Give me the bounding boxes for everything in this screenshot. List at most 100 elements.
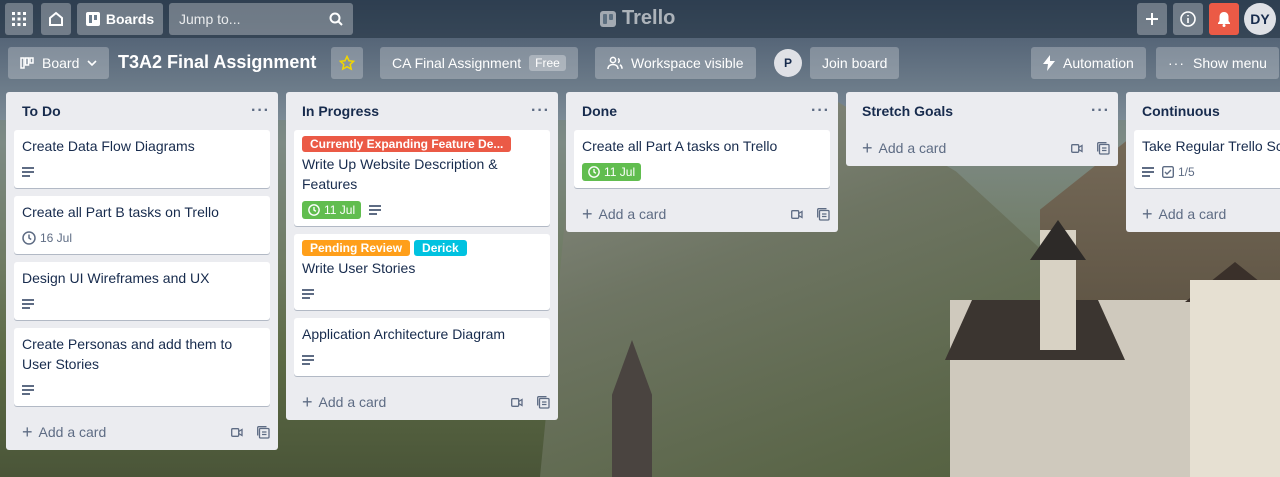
- add-card-button[interactable]: + Add a card: [862, 138, 947, 158]
- list-title[interactable]: To Do: [22, 103, 61, 119]
- due-date-badge[interactable]: 11 Jul: [302, 201, 362, 219]
- plus-icon: +: [22, 422, 33, 442]
- description-icon: [22, 299, 34, 309]
- card-label-sky[interactable]: Derick: [414, 240, 467, 256]
- show-menu-button[interactable]: ··· Show menu: [1156, 47, 1279, 79]
- template-icon[interactable]: [1097, 141, 1110, 155]
- automation-button[interactable]: Automation: [1031, 47, 1146, 79]
- card[interactable]: Create Data Flow Diagrams: [14, 130, 270, 188]
- boards-button[interactable]: Boards: [77, 3, 163, 35]
- card[interactable]: Take Regular Trello Sc 1/5: [1134, 130, 1280, 188]
- people-icon: [607, 56, 623, 70]
- card[interactable]: Create all Part B tasks on Trello 16 Jul: [14, 196, 270, 254]
- add-card-button[interactable]: + Add a card: [582, 205, 667, 223]
- plus-icon: +: [862, 138, 873, 158]
- app-switcher-button[interactable]: [5, 3, 33, 35]
- template-icon[interactable]: [537, 395, 550, 409]
- notifications-button[interactable]: [1209, 3, 1239, 35]
- list-menu-icon[interactable]: ···: [811, 102, 830, 120]
- list-title[interactable]: Continuous: [1142, 103, 1220, 119]
- grid-icon: [12, 12, 26, 26]
- home-icon: [49, 11, 63, 26]
- join-board-button[interactable]: Join board: [810, 47, 900, 79]
- list-header[interactable]: Stretch Goals ···: [846, 92, 1118, 130]
- list-done: Done ··· Create all Part A tasks on Trel…: [566, 92, 838, 232]
- boards-label: Boards: [105, 11, 155, 27]
- add-card-label: Add a card: [878, 140, 947, 156]
- add-card-label: Add a card: [38, 424, 107, 440]
- card[interactable]: Create all Part A tasks on Trello 11 Jul: [574, 130, 830, 188]
- automation-label: Automation: [1063, 55, 1134, 71]
- card-label-orange[interactable]: Pending Review: [302, 240, 411, 256]
- card-title: Create Personas and add them to User Sto…: [22, 336, 233, 372]
- home-button[interactable]: [41, 3, 71, 35]
- info-icon: [1180, 11, 1196, 27]
- plus-icon: +: [1142, 204, 1153, 224]
- card[interactable]: Application Architecture Diagram: [294, 318, 550, 376]
- clock-icon: [308, 204, 320, 216]
- checklist-icon: [1162, 166, 1174, 178]
- add-card-label: Add a card: [598, 206, 667, 222]
- list-header[interactable]: In Progress ···: [286, 92, 558, 130]
- member-avatar[interactable]: P: [774, 49, 802, 77]
- card[interactable]: Create Personas and add them to User Sto…: [14, 328, 270, 406]
- video-icon[interactable]: [791, 209, 803, 219]
- list-title[interactable]: Stretch Goals: [862, 103, 953, 119]
- add-card-row: + Add a card: [566, 196, 838, 232]
- template-icon[interactable]: [257, 425, 270, 439]
- card-title: Create all Part A tasks on Trello: [582, 138, 778, 154]
- star-button[interactable]: [331, 47, 363, 79]
- plus-icon: [1146, 13, 1158, 25]
- card[interactable]: Pending Review Derick Write User Stories: [294, 234, 550, 310]
- due-date-badge[interactable]: 16 Jul: [22, 231, 72, 245]
- list-stretch-goals: Stretch Goals ··· + Add a card: [846, 92, 1118, 166]
- clock-icon: [588, 166, 600, 178]
- plus-icon: +: [302, 392, 313, 412]
- description-icon: [22, 167, 34, 177]
- create-button[interactable]: [1137, 3, 1167, 35]
- card-title: Take Regular Trello Sc: [1142, 138, 1280, 154]
- board-view-switcher[interactable]: Board: [8, 47, 110, 79]
- trello-logo[interactable]: Trello: [600, 7, 675, 30]
- add-card-row: + Add a card: [1126, 196, 1280, 232]
- due-date-badge[interactable]: 11 Jul: [582, 163, 642, 181]
- add-card-row: + Add a card: [6, 414, 278, 450]
- user-avatar[interactable]: DY: [1244, 3, 1276, 35]
- list-header[interactable]: Done ···: [566, 92, 838, 130]
- list-continuous: Continuous Take Regular Trello Sc 1/5 + A…: [1126, 92, 1280, 232]
- description-icon: [1142, 167, 1154, 177]
- info-button[interactable]: [1173, 3, 1203, 35]
- list-title[interactable]: Done: [582, 103, 617, 119]
- list-title[interactable]: In Progress: [302, 103, 379, 119]
- card-label-red[interactable]: Currently Expanding Feature De...: [302, 136, 512, 152]
- card[interactable]: Design UI Wireframes and UX: [14, 262, 270, 320]
- video-icon[interactable]: [511, 397, 523, 407]
- card[interactable]: Currently Expanding Feature De... Write …: [294, 130, 550, 226]
- top-navigation-bar: Boards Jump to... Trello DY: [0, 0, 1280, 38]
- add-card-button[interactable]: + Add a card: [22, 422, 107, 442]
- video-icon[interactable]: [1071, 143, 1083, 153]
- list-to-do: To Do ··· Create Data Flow Diagrams Crea…: [6, 92, 278, 450]
- card-title: Create all Part B tasks on Trello: [22, 204, 219, 220]
- board-view-label: Board: [42, 55, 80, 71]
- clock-icon: [22, 231, 36, 245]
- visibility-button[interactable]: Workspace visible: [595, 47, 756, 79]
- chevron-down-icon: [87, 60, 97, 66]
- list-menu-icon[interactable]: ···: [531, 102, 550, 120]
- list-header[interactable]: Continuous: [1126, 92, 1280, 130]
- list-in-progress: In Progress ··· Currently Expanding Feat…: [286, 92, 558, 420]
- video-icon[interactable]: [231, 427, 243, 437]
- list-menu-icon[interactable]: ···: [251, 102, 270, 120]
- checklist-count: 1/5: [1178, 165, 1195, 179]
- search-input[interactable]: Jump to...: [169, 3, 353, 35]
- add-card-button[interactable]: + Add a card: [302, 392, 386, 412]
- board-title[interactable]: T3A2 Final Assignment: [118, 52, 316, 73]
- list-menu-icon[interactable]: ···: [1091, 102, 1110, 120]
- add-card-button[interactable]: + Add a card: [1142, 204, 1226, 224]
- template-icon[interactable]: [817, 207, 830, 221]
- list-header[interactable]: To Do ···: [6, 92, 278, 130]
- search-placeholder: Jump to...: [179, 11, 241, 27]
- bell-icon: [1218, 12, 1230, 27]
- workspace-button[interactable]: CA Final Assignment Free: [380, 47, 578, 79]
- card-title: Design UI Wireframes and UX: [22, 270, 210, 286]
